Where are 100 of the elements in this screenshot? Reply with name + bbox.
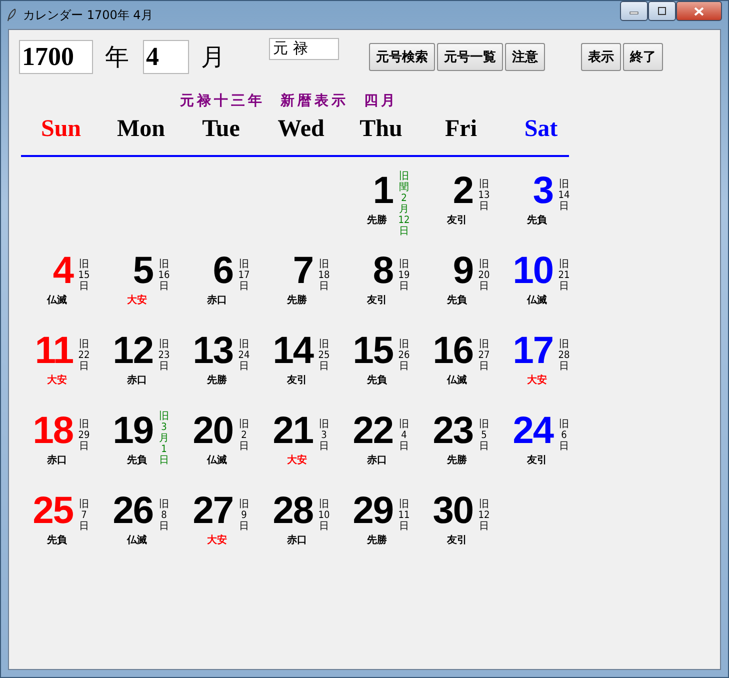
rokuyo-label: 先勝	[207, 374, 227, 387]
old-calendar-date: 旧 29 日	[77, 418, 91, 454]
rokuyo-label: 大安	[47, 373, 67, 387]
old-calendar-date: 旧 19 日	[397, 258, 411, 294]
day-number: 2	[452, 171, 473, 211]
day-number: 7	[292, 251, 313, 291]
rokuyo-label: 友引	[367, 294, 387, 307]
day-number: 29	[352, 491, 393, 531]
old-calendar-date: 旧 10 日	[317, 498, 331, 534]
old-calendar-date: 旧 25 日	[317, 338, 331, 374]
old-calendar-date: 旧 8 日	[158, 498, 170, 534]
rokuyo-label: 先勝	[287, 294, 307, 307]
rokuyo-label: 大安	[527, 373, 547, 387]
old-calendar-date: 旧 3 月 1 日	[158, 411, 170, 468]
weekday-header: Mon	[116, 115, 166, 144]
rokuyo-label: 友引	[287, 374, 307, 387]
rokuyo-label: 赤口	[127, 374, 147, 387]
close-icon	[694, 6, 704, 16]
rokuyo-label: 先負	[367, 374, 387, 387]
rokuyo-label: 先負	[47, 534, 67, 547]
maximize-button[interactable]	[648, 1, 676, 21]
minimize-button[interactable]	[620, 1, 648, 21]
maximize-icon	[657, 7, 667, 15]
rokuyo-label: 先勝	[367, 534, 387, 547]
window-title: カレンダー 1700年 4月	[23, 6, 154, 24]
old-calendar-date: 旧 24 日	[237, 338, 251, 374]
old-calendar-date: 旧 7 日	[78, 498, 90, 534]
month-input[interactable]: 4	[143, 40, 189, 74]
day-number: 22	[352, 411, 393, 451]
year-input[interactable]: 1700	[19, 40, 93, 74]
old-calendar-date: 旧 17 日	[237, 258, 251, 294]
day-number: 17	[512, 331, 553, 371]
old-calendar-date: 旧 閏 2 月 12 日	[397, 171, 411, 239]
day-number: 15	[352, 331, 393, 371]
old-calendar-date: 旧 4 日	[398, 418, 410, 454]
day-number: 14	[272, 331, 313, 371]
rokuyo-label: 仏滅	[47, 294, 67, 307]
day-number: 5	[132, 251, 153, 291]
rokuyo-label: 赤口	[367, 454, 387, 467]
old-calendar-date: 旧 15 日	[77, 258, 91, 294]
day-number: 23	[432, 411, 473, 451]
rokuyo-label: 大安	[127, 293, 147, 307]
day-number: 11	[34, 331, 73, 371]
day-number: 8	[372, 251, 393, 291]
day-number: 10	[512, 251, 553, 291]
rokuyo-label: 赤口	[207, 294, 227, 307]
old-calendar-date: 旧 20 日	[477, 258, 491, 294]
rokuyo-label: 友引	[447, 214, 467, 227]
toolbar-button[interactable]: 注意	[505, 43, 545, 71]
day-number: 21	[272, 411, 313, 451]
rokuyo-label: 先負	[527, 214, 547, 227]
weekday-header: Sat	[523, 115, 559, 144]
weekday-header: Tue	[201, 115, 241, 144]
rokuyo-label: 赤口	[287, 534, 307, 547]
rokuyo-label: 大安	[207, 533, 227, 547]
rokuyo-label: 先勝	[447, 454, 467, 467]
old-calendar-date: 旧 27 日	[477, 338, 491, 374]
old-calendar-date: 旧 18 日	[317, 258, 331, 294]
day-number: 4	[52, 251, 73, 291]
day-number: 6	[212, 251, 233, 291]
day-number: 16	[432, 331, 473, 371]
year-label: 年	[105, 42, 129, 73]
rokuyo-label: 仏滅	[207, 454, 227, 467]
old-calendar-date: 旧 26 日	[397, 338, 411, 374]
day-number: 3	[532, 171, 553, 211]
rokuyo-label: 友引	[527, 454, 547, 467]
day-number: 20	[192, 411, 233, 451]
old-calendar-date: 旧 14 日	[557, 178, 571, 214]
old-calendar-date: 旧 28 日	[557, 338, 571, 374]
old-calendar-date: 旧 12 日	[477, 498, 491, 534]
day-number: 26	[112, 491, 153, 531]
rokuyo-label: 大安	[287, 453, 307, 467]
old-calendar-date: 旧 16 日	[157, 258, 171, 294]
rokuyo-label: 仏滅	[127, 534, 147, 547]
close-button[interactable]	[676, 1, 722, 21]
old-calendar-date: 旧 5 日	[478, 418, 490, 454]
rokuyo-label: 先負	[127, 454, 147, 467]
rokuyo-label: 先勝	[367, 214, 387, 227]
old-calendar-date: 旧 2 日	[238, 418, 250, 454]
old-calendar-date: 旧 21 日	[557, 258, 571, 294]
day-number: 28	[272, 491, 313, 531]
day-number: 30	[432, 491, 473, 531]
rokuyo-label: 仏滅	[527, 294, 547, 307]
month-label: 月	[201, 42, 225, 73]
day-number: 18	[32, 411, 73, 451]
toolbar-button[interactable]: 表示	[581, 43, 621, 71]
old-calendar-date: 旧 6 日	[558, 418, 570, 454]
weekday-header: Thu	[358, 115, 404, 144]
day-number: 13	[192, 331, 233, 371]
day-number: 9	[452, 251, 473, 291]
toolbar-button[interactable]: 元号一覧	[437, 43, 503, 71]
rokuyo-label: 仏滅	[447, 374, 467, 387]
rokuyo-label: 先負	[447, 294, 467, 307]
toolbar-button[interactable]: 終了	[623, 43, 663, 71]
toolbar-button[interactable]: 元号検索	[369, 43, 435, 71]
old-calendar-date: 旧 3 日	[318, 418, 330, 454]
old-calendar-date: 旧 23 日	[157, 338, 171, 374]
weekday-header: Wed	[276, 115, 326, 144]
weekday-header: Sun	[40, 115, 82, 144]
era-input[interactable]: 元 禄	[269, 38, 339, 60]
